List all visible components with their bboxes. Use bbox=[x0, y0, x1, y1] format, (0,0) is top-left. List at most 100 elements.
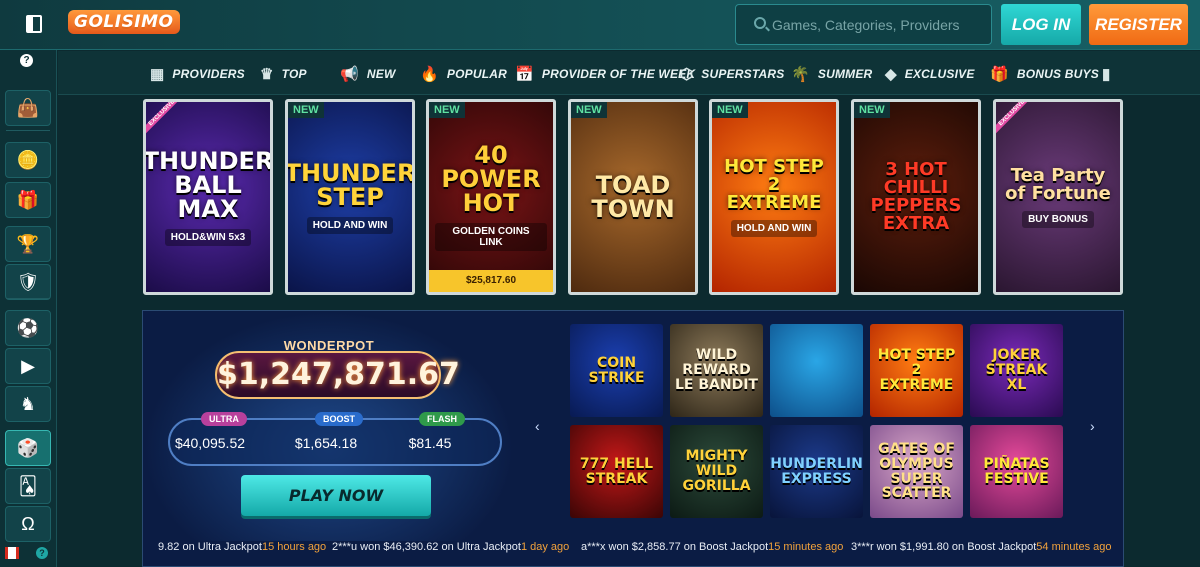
category-popular[interactable]: 🔥 POPULAR bbox=[420, 65, 507, 83]
game-tile[interactable]: Tea Party of Fortune BUY BONUS EXCLUSIVE bbox=[993, 99, 1123, 295]
login-button[interactable]: LOG IN bbox=[1001, 4, 1081, 45]
register-button[interactable]: REGISTER bbox=[1089, 4, 1188, 45]
game-tile[interactable]: THUNDER BALL MAX HOLD&WIN 5x3 EXCLUSIVE bbox=[143, 99, 273, 295]
tier-label-boost: BOOST bbox=[315, 412, 364, 426]
soccer-ball-icon[interactable]: ⚽ bbox=[5, 310, 51, 346]
horse-icon[interactable]: ♞ bbox=[5, 386, 51, 422]
help-icon[interactable]: ? bbox=[20, 54, 33, 67]
game-artwork: THUNDER BALL MAX HOLD&WIN 5x3 bbox=[146, 102, 270, 292]
game-tile[interactable]: HOT STEP 2 EXTREME HOLD AND WIN NEW bbox=[709, 99, 839, 295]
wonderpot-widget: WONDERPOT $1,247,871.67 ULTRA $40,095.52 B… bbox=[143, 311, 515, 541]
mini-game-tile[interactable]: GATES OF OLYMPUS SUPER SCATTER bbox=[870, 425, 963, 518]
search-box[interactable] bbox=[735, 4, 992, 45]
sidebar-toggle-icon[interactable] bbox=[26, 15, 42, 33]
jackpot-amount: $25,817.60 bbox=[429, 270, 553, 292]
mini-game-tile[interactable]: PIÑATAS FESTIVE bbox=[970, 425, 1063, 518]
category-more[interactable]: ▮ bbox=[1102, 65, 1118, 83]
search-input[interactable] bbox=[772, 5, 982, 44]
help-circle-icon[interactable]: ? bbox=[36, 547, 48, 559]
canada-flag-icon[interactable] bbox=[5, 547, 19, 559]
diamond-icon: ◆ bbox=[885, 66, 897, 83]
search-icon bbox=[754, 17, 766, 29]
game-tile[interactable]: 40 POWER HOT GOLDEN COINS LINK NEW $25,817.… bbox=[426, 99, 556, 295]
game-title: HOT STEP 2 EXTREME bbox=[724, 155, 824, 213]
tier-value-ultra: $40,095.52 bbox=[174, 435, 246, 451]
game-subtitle: GOLDEN COINS LINK bbox=[435, 223, 547, 251]
category-label: SUMMER bbox=[817, 67, 873, 81]
category-bonus-buys[interactable]: 🎁 BONUS BUYS bbox=[990, 65, 1099, 83]
gift-box-icon: 🎁 bbox=[990, 66, 1009, 83]
more-icon: ▮ bbox=[1102, 66, 1111, 83]
ticker-text: 9.82 on Ultra Jackpot bbox=[158, 541, 262, 553]
new-badge: NEW bbox=[712, 102, 748, 118]
ticker-text: a***x won $2,858.77 on Boost Jackpot bbox=[581, 541, 769, 553]
mini-game-tile[interactable]: MIGHTY WILD GORILLA bbox=[670, 425, 763, 518]
new-badge: NEW bbox=[288, 102, 324, 118]
category-label: POPULAR bbox=[446, 67, 507, 81]
game-subtitle: HOLD AND WIN bbox=[730, 219, 818, 237]
category-new[interactable]: 📢 NEW bbox=[340, 65, 396, 83]
jackpot-panel: WONDERPOT $1,247,871.67 ULTRA $40,095.52 B… bbox=[142, 310, 1124, 567]
category-label: PROVIDERS bbox=[172, 67, 245, 81]
play-now-button[interactable]: PLAY NOW bbox=[241, 475, 431, 516]
top-bar: GOLISIMO LOG IN REGISTER bbox=[0, 0, 1200, 50]
mini-game-tile[interactable]: THUNDERLINE EXPRESS bbox=[770, 425, 863, 518]
mini-game-tile[interactable]: 777 HELL STREAK bbox=[570, 425, 663, 518]
dice-icon[interactable]: 🎲 bbox=[5, 430, 51, 466]
game-artwork: 3 HOT CHILLI PEPPERS EXTRA bbox=[854, 102, 978, 292]
game-artwork: THUNDER STEP HOLD AND WIN bbox=[288, 102, 412, 292]
category-exclusive[interactable]: ◆ EXCLUSIVE bbox=[885, 65, 975, 83]
ticker-time: 54 minutes ago bbox=[1036, 541, 1112, 553]
horseshoe-icon[interactable]: Ω bbox=[5, 506, 51, 542]
carousel-right-arrow-icon[interactable]: › bbox=[1090, 418, 1095, 434]
game-title: THUNDER STEP bbox=[285, 158, 415, 211]
video-play-icon[interactable]: ▶ bbox=[5, 348, 51, 384]
game-artwork: TOAD TOWN bbox=[571, 102, 695, 292]
mini-game-tile[interactable]: JOKER STREAK XL bbox=[970, 324, 1063, 417]
new-badge: NEW bbox=[854, 102, 890, 118]
category-summer[interactable]: 🌴 SUMMER bbox=[791, 65, 872, 83]
crown-icon: ♛ bbox=[260, 66, 274, 83]
ticker-time: 15 minutes ago bbox=[768, 541, 844, 553]
category-label: BONUS BUYS bbox=[1016, 67, 1099, 81]
new-badge: NEW bbox=[429, 102, 465, 118]
category-nav: ▦ PROVIDERS ♛ TOP 📢 NEW 🔥 POPULAR 📅 PROVIDER OF T… bbox=[58, 51, 1200, 95]
game-artwork: 40 POWER HOT GOLDEN COINS LINK bbox=[429, 102, 553, 292]
flame-icon: 🔥 bbox=[420, 66, 439, 83]
game-tile[interactable]: 3 HOT CHILLI PEPPERS EXTRA NEW bbox=[851, 99, 981, 295]
category-providers[interactable]: ▦ PROVIDERS bbox=[150, 65, 245, 83]
vip-shield-icon[interactable]: 🛡 bbox=[5, 264, 51, 300]
bag-icon[interactable]: 👜 bbox=[5, 90, 51, 126]
winners-ticker: 9.82 on Ultra Jackpot15 hours ago 2***u w… bbox=[143, 539, 1123, 561]
new-badge: NEW bbox=[571, 102, 607, 118]
category-superstars[interactable]: ⬡ SUPERSTARS bbox=[680, 65, 784, 83]
game-tile[interactable]: TOAD TOWN NEW bbox=[568, 99, 698, 295]
gift-icon[interactable]: 🎁 bbox=[5, 182, 51, 218]
category-label: EXCLUSIVE bbox=[904, 67, 975, 81]
game-title: Tea Party of Fortune bbox=[1005, 164, 1111, 204]
game-tile[interactable]: THUNDER STEP HOLD AND WIN NEW bbox=[285, 99, 415, 295]
ticker-item: a***x won $2,858.77 on Boost Jackpot15 m… bbox=[581, 541, 843, 553]
ticker-time: 15 hours ago bbox=[261, 541, 327, 553]
coin-icon[interactable]: 🪙 bbox=[5, 142, 51, 178]
palm-tree-icon: 🌴 bbox=[791, 66, 810, 83]
mini-game-tile[interactable]: HOT STEP 2 EXTREME bbox=[870, 324, 963, 417]
site-logo[interactable]: GOLISIMO bbox=[68, 10, 180, 34]
mini-game-tile[interactable]: WILD REWARD LE BANDIT bbox=[670, 324, 763, 417]
category-label: TOP bbox=[281, 67, 307, 81]
game-title: TOAD TOWN bbox=[591, 171, 675, 223]
tier-value-boost: $1,654.18 bbox=[294, 435, 358, 451]
trophy-icon[interactable]: 🏆 bbox=[5, 226, 51, 262]
carousel-left-arrow-icon[interactable]: ‹ bbox=[535, 418, 540, 434]
wonderpot-amount: $1,247,871.67 bbox=[215, 351, 460, 399]
sidebar-divider bbox=[6, 130, 50, 131]
category-provider-of-the-week[interactable]: 📅 PROVIDER OF THE WEEK bbox=[515, 65, 695, 83]
category-top[interactable]: ♛ TOP bbox=[260, 65, 307, 83]
mini-game-tile[interactable]: COIN STRIKE bbox=[570, 324, 663, 417]
game-subtitle: HOLD AND WIN bbox=[306, 216, 394, 234]
cards-icon[interactable]: 🂡 bbox=[5, 468, 51, 504]
tier-value-flash: $81.45 bbox=[408, 435, 452, 451]
ticker-item: 3***r won $1,991.80 on Boost Jackpot54 m… bbox=[851, 541, 1112, 553]
game-artwork: Tea Party of Fortune BUY BONUS bbox=[996, 102, 1120, 292]
mini-game-tile[interactable] bbox=[770, 324, 863, 417]
